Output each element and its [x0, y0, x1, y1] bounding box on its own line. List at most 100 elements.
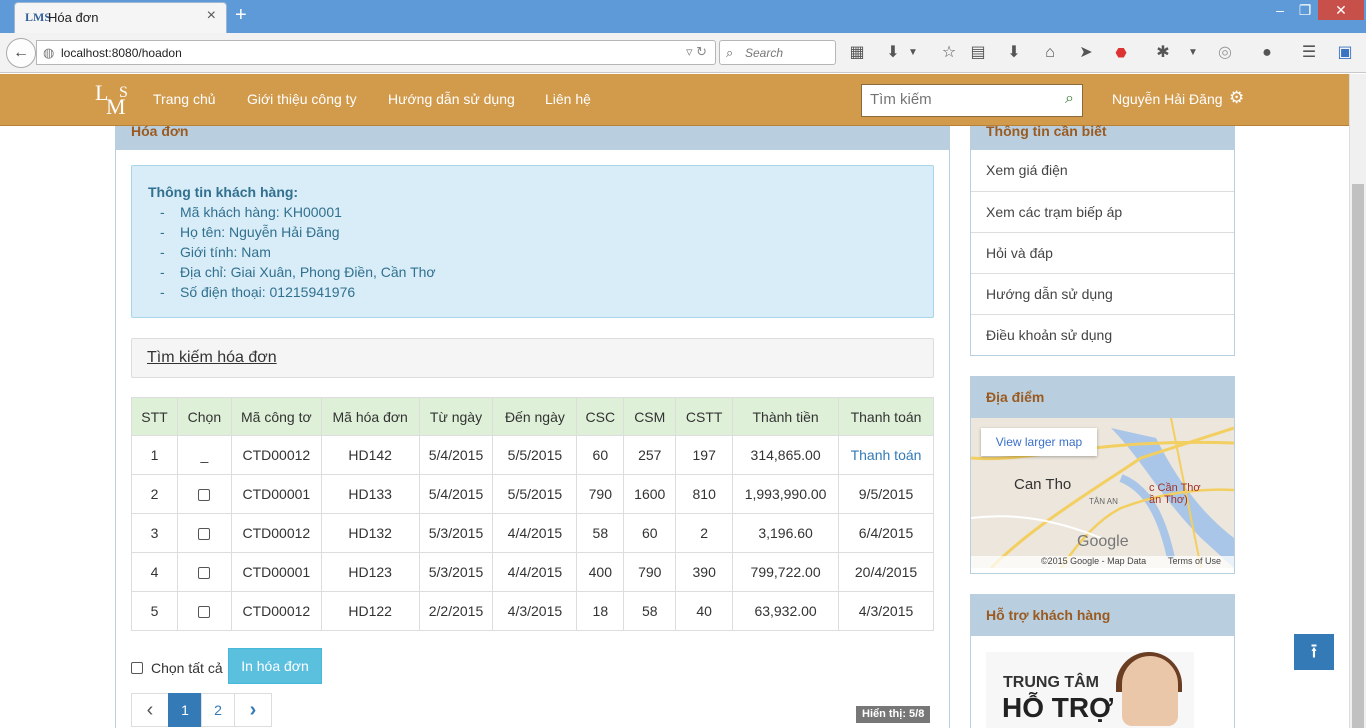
view-larger-map-button[interactable]: View larger map [981, 428, 1097, 456]
table-row: 1 _ CTD00012 HD142 5/4/2015 5/5/2015 60 … [131, 435, 934, 475]
reading-list-icon[interactable]: ▤ [966, 42, 990, 64]
reload-icon[interactable]: ▿ ↻ [686, 44, 707, 60]
prev-page-button[interactable]: ‹ [131, 693, 169, 727]
back-button[interactable]: ← [6, 38, 36, 68]
sidebar-item-faq[interactable]: Hỏi và đáp [971, 232, 1234, 273]
nav-home[interactable]: Trang chủ [153, 91, 216, 107]
cell-choose [176, 591, 232, 631]
col-to: Đến ngày [492, 397, 578, 436]
globe-icon: ◍ [43, 45, 55, 60]
col-csm: CSM [623, 397, 677, 436]
cell-cstt: 2 [675, 513, 734, 553]
showing-count-badge: Hiển thị: 5/8 [856, 706, 931, 723]
browser-navigation-bar: ◍ localhost:8080/hoadon ▿ ↻ ← ⌕ Search ▦… [0, 33, 1366, 73]
scroll-to-top-button[interactable]: ⭱ [1294, 634, 1334, 670]
sidebar-item-transformer-stations[interactable]: Xem các trạm biếp áp [971, 191, 1234, 232]
url-text[interactable]: localhost:8080/hoadon [61, 46, 182, 60]
bookmark-star-icon[interactable]: ☆ [937, 42, 961, 64]
info-panel-header: Thông tin cần biết [971, 123, 1234, 150]
col-stt: STT [131, 397, 178, 436]
col-payment: Thanh toán [838, 397, 934, 436]
col-invoice: Mã hóa đơn [320, 397, 420, 436]
minimize-window-icon[interactable]: – [1268, 0, 1292, 20]
location-panel-title: Địa điểm [986, 389, 1045, 405]
support-panel-header: Hỗ trợ khách hàng [971, 595, 1234, 636]
table-row: 5 CTD00012 HD122 2/2/2015 4/3/2015 18 58… [131, 591, 934, 631]
sync-icon[interactable]: ◎ [1213, 42, 1237, 64]
user-name[interactable]: Nguyễn Hải Đăng [1112, 91, 1223, 107]
cell-amount: 314,865.00 [732, 435, 840, 475]
support-banner-line1: TRUNG TÂM [1003, 674, 1099, 691]
row-checkbox[interactable] [198, 606, 211, 619]
sidebar-item-electric-price[interactable]: Xem giá điện [971, 150, 1234, 191]
send-icon[interactable]: ➤ [1074, 42, 1098, 64]
search-icon[interactable]: ⌕ [1065, 90, 1074, 108]
page-button-2[interactable]: 2 [201, 693, 235, 727]
pay-link[interactable]: Thanh toán [851, 447, 922, 463]
maximize-window-icon[interactable]: ❐ [1293, 0, 1317, 20]
chat-icon[interactable]: ● [1255, 42, 1279, 64]
site-search-input[interactable] [870, 91, 1050, 108]
support-banner[interactable]: TRUNG TÂM HỖ TRỢ [986, 652, 1194, 728]
select-all-label[interactable]: Chọn tất cả [151, 660, 223, 676]
cell-meter: CTD00012 [230, 435, 322, 475]
search-invoice-panel[interactable]: Tìm kiếm hóa đơn [131, 338, 934, 378]
cell-from: 5/3/2015 [418, 513, 494, 553]
download-icon[interactable]: ⬇ [1002, 42, 1026, 64]
cell-from: 2/2/2015 [418, 591, 494, 631]
nav-guide[interactable]: Hướng dẫn sử dụng [388, 91, 515, 107]
page-button-1[interactable]: 1 [168, 693, 202, 727]
gear-icon[interactable]: ⚙ [1229, 88, 1244, 108]
new-tab-icon[interactable]: + [235, 4, 247, 27]
sidebar-item-terms[interactable]: Điều khoản sử dụng [971, 314, 1234, 355]
home-icon[interactable]: ⌂ [1038, 42, 1062, 64]
url-bar[interactable]: ◍ localhost:8080/hoadon ▿ ↻ [36, 40, 716, 65]
browser-tab[interactable]: LMS Hóa đơn × [14, 2, 227, 33]
cell-csc: 400 [576, 552, 625, 592]
map-copyright: ©2015 Google - Map Data [1041, 556, 1147, 566]
dropdown-arrow-icon[interactable]: ▼ [1181, 42, 1205, 64]
close-window-icon[interactable]: ✕ [1318, 0, 1364, 20]
browser-search-input[interactable]: ⌕ Search [719, 40, 836, 65]
row-checkbox[interactable] [198, 528, 211, 541]
screenshot-icon[interactable]: ▣ [1333, 42, 1357, 64]
panel-header: Hóa đơn [116, 123, 949, 150]
customer-info: Thông tin khách hàng: - Mã khách hàng: KH… [131, 165, 934, 318]
menu-icon[interactable]: ☰ [1297, 42, 1321, 64]
cell-choose [176, 474, 232, 514]
cell-to: 5/5/2015 [492, 435, 578, 475]
site-search: ⌕ [861, 84, 1083, 117]
sidebar-item-guide[interactable]: Hướng dẫn sử dụng [971, 273, 1234, 314]
row-checkbox[interactable] [198, 567, 211, 580]
extension-icon[interactable]: ✱ [1151, 42, 1175, 64]
map-terms-link[interactable]: Terms of Use [1168, 556, 1221, 566]
cell-from: 5/3/2015 [418, 552, 494, 592]
grid-icon[interactable]: ▦ [845, 42, 869, 64]
search-invoice-link[interactable]: Tìm kiếm hóa đơn [147, 349, 277, 367]
col-amount: Thành tiền [732, 397, 840, 436]
cell-csm: 58 [623, 591, 677, 631]
site-logo[interactable]: L M S [95, 80, 135, 120]
dropdown-arrow-icon[interactable]: ▼ [901, 42, 925, 64]
adblock-icon[interactable]: ⬣ [1109, 42, 1133, 64]
cell-csc: 790 [576, 474, 625, 514]
cell-csm: 60 [623, 513, 677, 553]
select-all-checkbox[interactable] [131, 662, 143, 674]
nav-contact[interactable]: Liên hệ [545, 91, 591, 107]
cell-stt: 4 [131, 552, 178, 592]
cell-amount: 799,722.00 [732, 552, 840, 592]
nav-about[interactable]: Giới thiệu công ty [247, 91, 357, 107]
next-page-button[interactable]: › [234, 693, 272, 727]
cell-stt: 2 [131, 474, 178, 514]
close-tab-icon[interactable]: × [207, 7, 216, 25]
row-checkbox[interactable] [198, 489, 211, 502]
cell-csm: 790 [623, 552, 677, 592]
map[interactable]: View larger map Can Tho TÂN AN c Cần Thơ… [971, 418, 1234, 568]
cell-invoice: HD133 [320, 474, 420, 514]
cell-invoice: HD122 [320, 591, 420, 631]
scrollbar-thumb[interactable] [1352, 184, 1364, 728]
col-cstt: CSTT [675, 397, 734, 436]
page-scrollbar[interactable] [1349, 74, 1366, 728]
invoice-table: STT Chọn Mã công tơ Mã hóa đơn Từ ngày Đ… [131, 397, 934, 631]
print-invoice-button[interactable]: In hóa đơn [228, 648, 322, 684]
